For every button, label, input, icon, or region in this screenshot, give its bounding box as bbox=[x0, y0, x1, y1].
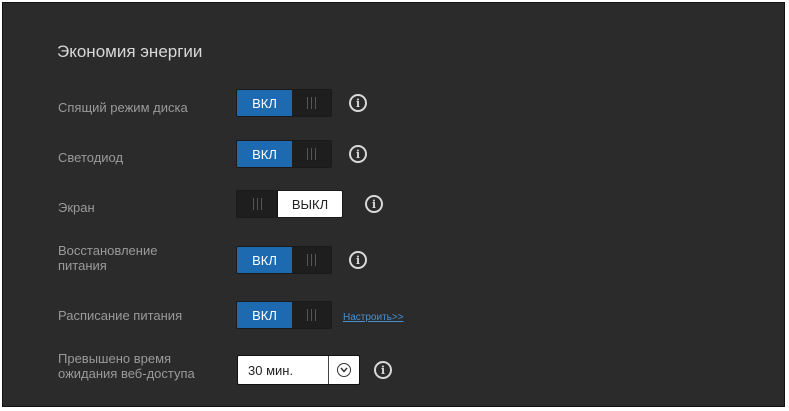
toggle-on-label: ВКЛ bbox=[237, 141, 292, 167]
power-recovery-label-line1: Восстановление bbox=[58, 243, 158, 258]
power-recovery-toggle[interactable]: ВКЛ bbox=[236, 246, 332, 274]
toggle-grip bbox=[292, 141, 331, 167]
disk-sleep-toggle[interactable]: ВКЛ bbox=[236, 89, 332, 117]
power-schedule-toggle[interactable]: ВКЛ bbox=[236, 301, 332, 329]
led-toggle[interactable]: ВКЛ bbox=[236, 140, 332, 168]
power-recovery-label: Восстановление питания bbox=[58, 243, 157, 273]
toggle-grip bbox=[292, 247, 331, 273]
chevron-down-icon bbox=[337, 363, 351, 377]
toggle-grip bbox=[237, 191, 278, 217]
toggle-grip bbox=[292, 302, 331, 328]
web-timeout-label-line1: Превышено время bbox=[58, 351, 172, 366]
info-icon[interactable]: i bbox=[349, 145, 367, 163]
energy-saving-panel: Экономия энергии Спящий режим диска ВКЛ … bbox=[2, 2, 785, 407]
disk-sleep-label: Спящий режим диска bbox=[58, 100, 188, 115]
info-icon[interactable]: i bbox=[349, 251, 367, 269]
power-schedule-label: Расписание питания bbox=[58, 308, 183, 323]
web-timeout-select[interactable]: 30 мин. bbox=[237, 355, 360, 385]
toggle-on-label: ВКЛ bbox=[237, 247, 292, 273]
info-icon[interactable]: i bbox=[374, 361, 392, 379]
web-timeout-label-line2: ожидания веб-доступа bbox=[58, 366, 195, 381]
toggle-grip bbox=[292, 90, 331, 116]
web-timeout-label: Превышено время ожидания веб-доступа bbox=[58, 351, 195, 381]
power-recovery-label-line2: питания bbox=[58, 258, 107, 273]
led-label: Светодиод bbox=[58, 150, 124, 165]
section-title: Экономия энергии bbox=[57, 42, 203, 61]
toggle-on-label: ВКЛ bbox=[237, 302, 292, 328]
screen-label: Экран bbox=[58, 200, 95, 215]
dropdown-button[interactable] bbox=[328, 356, 359, 384]
configure-link[interactable]: Настроить>> bbox=[343, 312, 404, 323]
screen-toggle[interactable]: ВЫКЛ bbox=[236, 190, 343, 218]
info-icon[interactable]: i bbox=[365, 195, 383, 213]
toggle-off-label: ВЫКЛ bbox=[278, 191, 342, 217]
toggle-on-label: ВКЛ bbox=[237, 90, 292, 116]
info-icon[interactable]: i bbox=[349, 94, 367, 112]
web-timeout-value: 30 мин. bbox=[248, 362, 294, 378]
